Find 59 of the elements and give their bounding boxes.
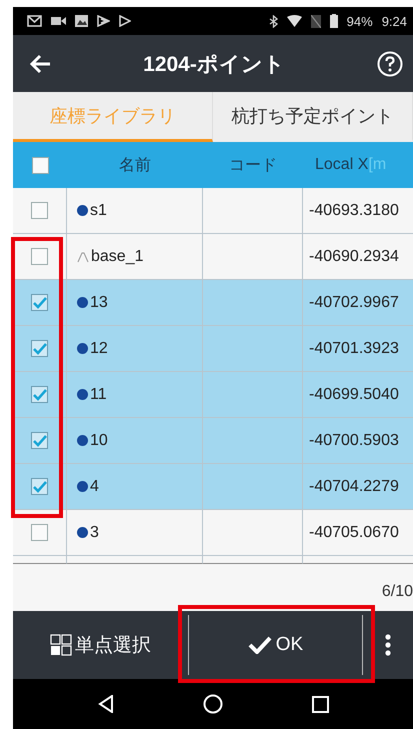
row-checkbox[interactable]: [31, 248, 48, 265]
recents-button[interactable]: [312, 696, 328, 712]
point-name: 10: [90, 432, 108, 450]
play-icon: [119, 15, 131, 27]
point-icon: [77, 205, 88, 216]
single-select-label: 単点選択: [75, 634, 151, 658]
local-x-value: -40693.3180: [309, 202, 399, 220]
point-name: 11: [90, 386, 107, 404]
check-icon: [248, 636, 272, 654]
select-all-checkbox[interactable]: [32, 156, 48, 174]
row-checkbox[interactable]: [31, 294, 48, 311]
point-name: 3: [90, 524, 99, 542]
image-icon: [75, 15, 88, 27]
point-name: 12: [90, 340, 108, 358]
point-name: 13: [90, 294, 108, 312]
bluetooth-icon: [268, 14, 278, 28]
point-icon: [77, 527, 88, 538]
back-nav-button[interactable]: [98, 695, 114, 713]
video-icon: [51, 16, 66, 26]
column-header: 名前: [67, 142, 203, 188]
no-sim-icon: [310, 14, 321, 28]
row-checkbox[interactable]: [31, 202, 48, 219]
help-button[interactable]: [377, 50, 403, 76]
point-name: base_1: [91, 248, 144, 266]
row-checkbox[interactable]: [31, 478, 48, 495]
local-x-value: -40705.0670: [309, 524, 399, 542]
row-checkbox[interactable]: [31, 386, 48, 403]
row-checkbox[interactable]: [31, 432, 48, 449]
point-name: 4: [90, 478, 99, 496]
local-x-value: -40701.3923: [309, 340, 399, 358]
point-name: s1: [90, 202, 107, 220]
battery-percent: 94%: [346, 14, 373, 28]
flag-icon: [97, 15, 110, 27]
local-x-value: -40704.2279: [309, 478, 399, 496]
point-icon: [77, 343, 88, 354]
column-header: コード: [203, 142, 303, 188]
clock-time: 9:24: [382, 14, 407, 28]
back-button[interactable]: [29, 54, 51, 74]
local-x-value: -40700.5903: [309, 432, 399, 450]
local-x-value: -40702.9967: [309, 294, 399, 312]
local-x-value: -40699.5040: [309, 386, 399, 404]
point-icon: [77, 435, 88, 446]
more-icon: [385, 634, 391, 656]
wifi-icon: [286, 15, 302, 27]
point-icon: [77, 389, 88, 400]
mail-icon: [27, 15, 42, 27]
screen-title: 1204-ポイント: [142, 52, 286, 78]
battery-icon: [330, 14, 338, 28]
ok-label: OK: [276, 634, 304, 656]
selection-count: 6/10: [382, 582, 413, 600]
row-checkbox[interactable]: [31, 340, 48, 357]
column-header: Local X[m: [303, 142, 413, 188]
grid-icon: [50, 634, 72, 656]
row-checkbox[interactable]: [31, 524, 48, 541]
home-button[interactable]: [202, 694, 222, 714]
point-icon: [77, 297, 88, 308]
point-icon: [77, 481, 88, 492]
local-x-value: -40690.2934: [309, 248, 399, 266]
ok-button[interactable]: OK: [188, 615, 363, 675]
